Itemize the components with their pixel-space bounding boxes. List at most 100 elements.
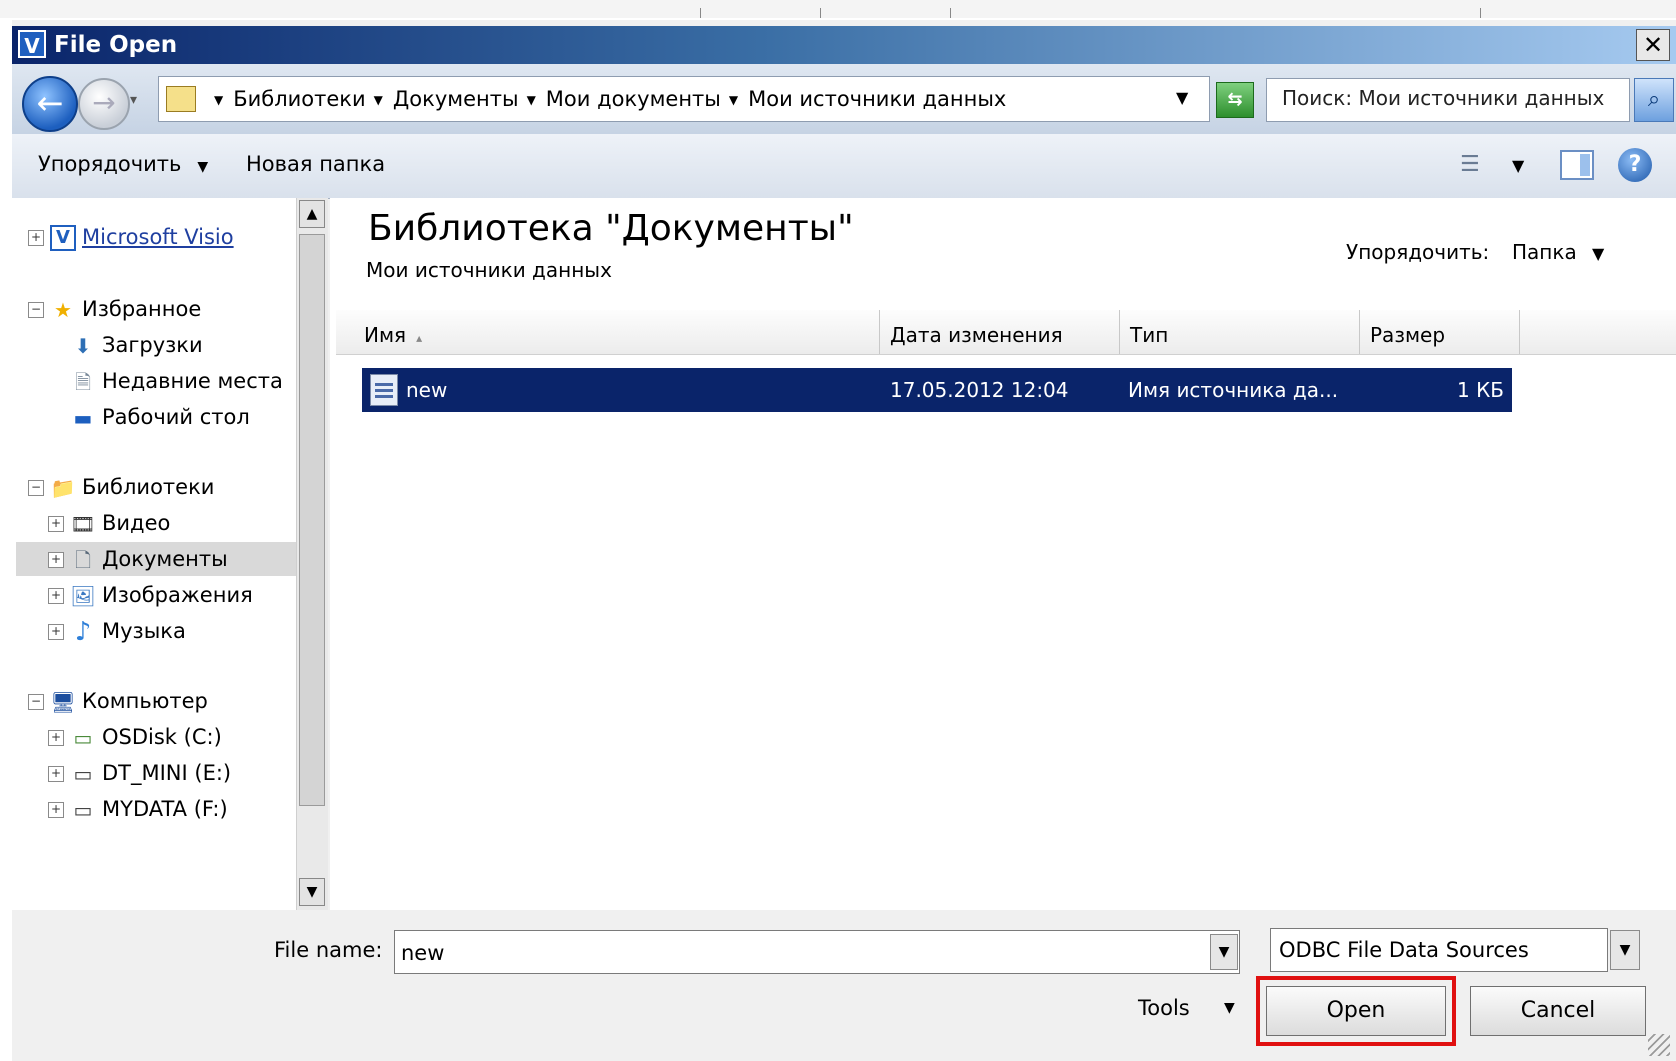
file-size-cell: 1 КБ [1456, 378, 1504, 402]
file-type-dropdown-icon[interactable]: ▼ [1610, 930, 1640, 970]
nav-item-label: DT_MINI (E:) [102, 761, 232, 785]
breadcrumb: ▼ Библиотеки ▼ Документы ▼ Мои документы ▼ Мои … [206, 84, 1006, 115]
file-name-cell: new [406, 378, 448, 402]
chevron-down-icon: ▼ [197, 159, 209, 175]
nav-item-drive-e[interactable]: + ▭ DT_MINI (E:) [48, 756, 231, 790]
breadcrumb-item-libraries[interactable]: Библиотеки [233, 87, 365, 111]
new-folder-button[interactable]: Новая папка [246, 152, 385, 176]
file-name-dropdown-icon[interactable]: ▼ [1210, 934, 1238, 970]
forward-button[interactable]: → [78, 78, 130, 130]
view-dropdown-icon[interactable]: ▼ [1512, 156, 1524, 175]
breadcrumb-item-documents[interactable]: Документы [393, 87, 519, 111]
folder-icon [166, 86, 196, 112]
file-name-input[interactable]: new [394, 930, 1240, 974]
nav-item-label: Музыка [102, 619, 186, 643]
scroll-thumb[interactable] [299, 234, 325, 806]
breadcrumb-item-my-data-sources[interactable]: Мои источники данных [748, 87, 1006, 111]
expand-icon[interactable]: + [48, 516, 64, 532]
history-dropdown-icon[interactable]: ▾ [130, 92, 137, 108]
breadcrumb-arrow-icon[interactable]: ▼ [214, 93, 223, 107]
expand-icon[interactable]: + [48, 588, 64, 604]
collapse-icon[interactable]: − [28, 694, 44, 710]
title-bar[interactable] [12, 26, 1676, 64]
organize-menu-button[interactable]: Упорядочить ▼ [38, 152, 208, 176]
file-list-pane [330, 198, 1676, 910]
refresh-icon: ⇆ [1227, 89, 1243, 110]
music-icon: ♪ [74, 617, 92, 647]
nav-item-label: OSDisk (C:) [102, 725, 222, 749]
nav-item-label: Компьютер [82, 689, 208, 713]
ruler-tick [820, 8, 821, 18]
nav-item-pictures[interactable]: + 🖼 Изображения [48, 578, 253, 612]
nav-item-documents[interactable]: + 🗋 Документы [16, 542, 296, 576]
nav-item-music[interactable]: + ♪ Музыка [48, 614, 186, 648]
nav-item-drive-c[interactable]: + ▭ OSDisk (C:) [48, 720, 222, 754]
ruler-tick [1480, 8, 1481, 18]
column-header-type[interactable]: Тип [1120, 310, 1360, 354]
expand-icon[interactable]: + [48, 552, 64, 568]
expand-icon[interactable]: + [28, 230, 44, 246]
collapse-icon[interactable]: − [28, 302, 44, 318]
visio-icon: V [50, 225, 76, 251]
nav-item-visio[interactable]: + V Microsoft Visio [28, 220, 234, 254]
open-button[interactable]: Open [1266, 986, 1446, 1036]
nav-item-drive-f[interactable]: + ▭ MYDATA (F:) [48, 792, 228, 826]
close-button[interactable]: ✕ [1636, 29, 1670, 61]
view-details-icon[interactable]: ☰ [1460, 152, 1490, 178]
help-icon[interactable]: ? [1618, 148, 1652, 182]
scroll-down-icon[interactable]: ▼ [299, 878, 325, 906]
nav-item-desktop[interactable]: ▬ Рабочий стол [70, 400, 250, 434]
expand-icon[interactable]: + [48, 730, 64, 746]
nav-item-label: Библиотеки [82, 475, 215, 499]
file-type-cell: Имя источника да... [1128, 378, 1339, 402]
computer-icon: 🖥 [50, 690, 76, 714]
nav-item-video[interactable]: + 🎞 Видео [48, 506, 170, 540]
column-header-modified[interactable]: Дата изменения [880, 310, 1120, 354]
background-ruler-strip [0, 0, 1676, 18]
column-header-name[interactable]: Имя ▴ [354, 310, 880, 354]
libraries-icon: 📁 [50, 476, 76, 500]
breadcrumb-arrow-icon[interactable]: ▼ [729, 93, 738, 107]
nav-item-favorites[interactable]: − ★ Избранное [28, 292, 201, 326]
nav-scrollbar[interactable]: ▲ ▼ [296, 198, 328, 910]
scroll-up-icon[interactable]: ▲ [299, 200, 325, 228]
tools-dropdown-icon[interactable]: ▼ [1224, 1000, 1235, 1016]
search-button[interactable]: ⌕ [1634, 78, 1674, 122]
file-type-select[interactable]: ODBC File Data Sources [1270, 928, 1608, 972]
file-name-label: File name: [274, 938, 383, 962]
expand-icon[interactable]: + [48, 802, 64, 818]
arrange-by-value[interactable]: Папка [1512, 240, 1577, 264]
tools-menu-button[interactable]: Tools [1138, 996, 1190, 1020]
breadcrumb-arrow-icon[interactable]: ▼ [374, 93, 383, 107]
drive-e-icon: ▭ [73, 762, 93, 786]
expand-icon[interactable]: + [48, 624, 64, 640]
nav-item-label: Рабочий стол [102, 405, 250, 429]
arrow-right-icon: → [92, 86, 116, 119]
breadcrumb-item-my-documents[interactable]: Мои документы [546, 87, 721, 111]
refresh-button[interactable]: ⇆ [1216, 82, 1254, 118]
nav-item-label: Недавние места [102, 369, 283, 393]
arrange-dropdown-icon[interactable]: ▼ [1592, 244, 1604, 263]
resize-grip[interactable] [1648, 1034, 1670, 1056]
downloads-icon: ⬇ [74, 334, 92, 358]
expand-icon[interactable]: + [48, 766, 64, 782]
pictures-icon: 🖼 [70, 584, 96, 608]
arrow-left-icon: ← [36, 84, 64, 122]
cancel-button[interactable]: Cancel [1470, 986, 1646, 1036]
library-subtitle: Мои источники данных [366, 258, 612, 282]
nav-item-computer[interactable]: − 🖥 Компьютер [28, 684, 208, 718]
address-dropdown-icon[interactable]: ▼ [1176, 88, 1188, 107]
breadcrumb-arrow-icon[interactable]: ▼ [527, 93, 536, 107]
window-title: File Open [54, 32, 178, 58]
nav-item-downloads[interactable]: ⬇ Загрузки [70, 328, 203, 362]
nav-item-libraries[interactable]: − 📁 Библиотеки [28, 470, 214, 504]
back-button[interactable]: ← [22, 76, 78, 132]
drive-f-icon: ▭ [73, 798, 93, 822]
nav-item-label: Изображения [102, 583, 253, 607]
file-modified-cell: 17.05.2012 12:04 [890, 378, 1069, 402]
nav-item-recent-places[interactable]: 🗎 Недавние места [70, 364, 283, 398]
column-header-size[interactable]: Размер [1360, 310, 1520, 354]
preview-pane-icon[interactable] [1560, 150, 1594, 180]
collapse-icon[interactable]: − [28, 480, 44, 496]
odbc-file-icon [370, 374, 398, 406]
